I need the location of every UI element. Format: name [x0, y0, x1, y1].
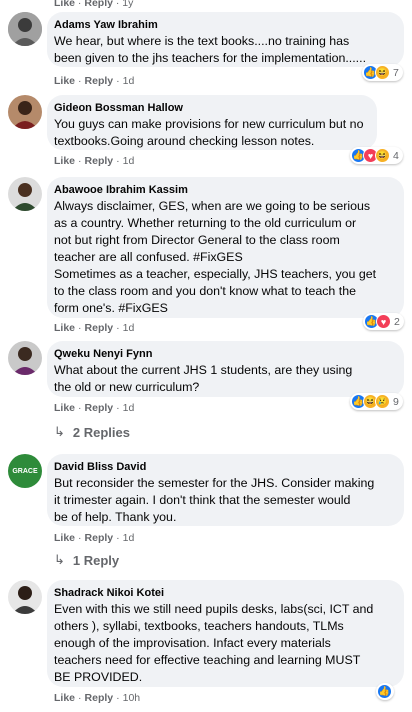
comment-actions: Like · Reply · 1d [54, 322, 135, 334]
commenter-name[interactable]: Shadrack Nikoi Kotei [54, 586, 394, 600]
comment-actions: Like · Reply · 10h [54, 692, 141, 704]
commenter-name[interactable]: Abawooe Ibrahim Kassim [54, 183, 394, 197]
comment-bubble: Adams Yaw Ibrahim We hear, but where is … [47, 12, 404, 67]
comment-time: 1d [122, 155, 135, 167]
comment-text: What about the current JHS 1 students, a… [54, 363, 353, 394]
comment-text: We hear, but where is the text books....… [54, 34, 367, 65]
comment-time: 1d [122, 75, 135, 87]
like-link[interactable]: Like [54, 532, 75, 544]
reaction-summary[interactable]: 👍 ♥ 😆 4 [350, 147, 403, 164]
reply-link[interactable]: Reply [84, 0, 113, 9]
haha-icon: 😆 [375, 148, 390, 163]
comment-actions: Like · Reply · 1d [54, 532, 135, 544]
reply-link[interactable]: Reply [85, 75, 114, 87]
avatar[interactable] [8, 95, 42, 129]
comment-actions: Like · Reply · 1d [54, 402, 135, 414]
comment-time: 1d [122, 322, 135, 334]
avatar-image [8, 12, 42, 46]
reaction-summary[interactable]: 👍 😆 😢 9 [350, 393, 403, 410]
avatar[interactable] [8, 580, 42, 614]
reaction-count: 2 [394, 315, 400, 328]
avatar-logo-text: GRACE [12, 467, 38, 475]
reply-link[interactable]: Reply [85, 322, 114, 334]
replies-count: 1 Reply [72, 552, 120, 568]
like-link[interactable]: Like [54, 0, 75, 9]
view-replies-link[interactable]: ↳ 1 Reply [54, 552, 119, 568]
avatar-image [8, 580, 42, 614]
commenter-name[interactable]: Qweku Nenyi Fynn [54, 347, 394, 361]
comment-bubble: Abawooe Ibrahim Kassim Always disclaimer… [47, 177, 404, 318]
like-link[interactable]: Like [54, 402, 75, 414]
avatar[interactable] [8, 12, 42, 46]
like-link[interactable]: Like [54, 692, 75, 704]
sad-icon: 😢 [375, 394, 390, 409]
reaction-summary[interactable]: 👍 [376, 683, 394, 700]
comment-text: Always disclaimer, GES, when are we goin… [54, 199, 377, 315]
like-link[interactable]: Like [54, 322, 75, 334]
comment-time: 1d [122, 402, 135, 414]
reply-arrow-icon: ↳ [54, 424, 65, 439]
comment-actions: Like · Reply · 1d [54, 155, 135, 167]
comment-text: You guys can make provisions for new cur… [54, 117, 364, 148]
comment-bubble: Gideon Bossman Hallow You guys can make … [47, 95, 377, 150]
reaction-count: 7 [393, 66, 399, 79]
reply-link[interactable]: Reply [85, 155, 114, 167]
avatar-image [8, 341, 42, 375]
avatar-image [8, 177, 42, 211]
commenter-name[interactable]: David Bliss David [54, 460, 394, 474]
comment-time: 1d [122, 532, 135, 544]
commenter-name[interactable]: Gideon Bossman Hallow [54, 101, 367, 115]
reaction-summary[interactable]: 👍 ♥ 2 [363, 313, 404, 330]
comment-text: Even with this we still need pupils desk… [54, 602, 374, 684]
previous-comment-actions: Like · Reply · 1y [54, 0, 133, 9]
commenter-name[interactable]: Adams Yaw Ibrahim [54, 18, 394, 32]
comment-bubble: Qweku Nenyi Fynn What about the current … [47, 341, 404, 397]
avatar[interactable]: GRACE [8, 454, 42, 488]
reply-arrow-icon: ↳ [54, 552, 65, 567]
comment-actions: Like · Reply · 1d [54, 75, 135, 87]
like-icon: 👍 [377, 684, 392, 699]
avatar[interactable] [8, 341, 42, 375]
reaction-summary[interactable]: 👍 😆 7 [362, 64, 403, 81]
reaction-count: 4 [393, 149, 399, 162]
reply-link[interactable]: Reply [85, 532, 114, 544]
comment-bubble: Shadrack Nikoi Kotei Even with this we s… [47, 580, 404, 687]
reply-link[interactable]: Reply [85, 692, 114, 704]
avatar[interactable] [8, 177, 42, 211]
comment-time: 10h [122, 692, 141, 704]
like-link[interactable]: Like [54, 75, 75, 87]
avatar-image [8, 95, 42, 129]
reaction-count: 9 [393, 395, 399, 408]
comment-time: 1y [122, 0, 134, 9]
haha-icon: 😆 [375, 65, 390, 80]
comment-bubble: David Bliss David But reconsider the sem… [47, 454, 404, 526]
comment-text: But reconsider the semester for the JHS.… [54, 476, 375, 524]
reply-link[interactable]: Reply [85, 402, 114, 414]
view-replies-link[interactable]: ↳ 2 Replies [54, 424, 130, 440]
like-link[interactable]: Like [54, 155, 75, 167]
replies-count: 2 Replies [72, 424, 130, 440]
love-icon: ♥ [376, 314, 391, 329]
